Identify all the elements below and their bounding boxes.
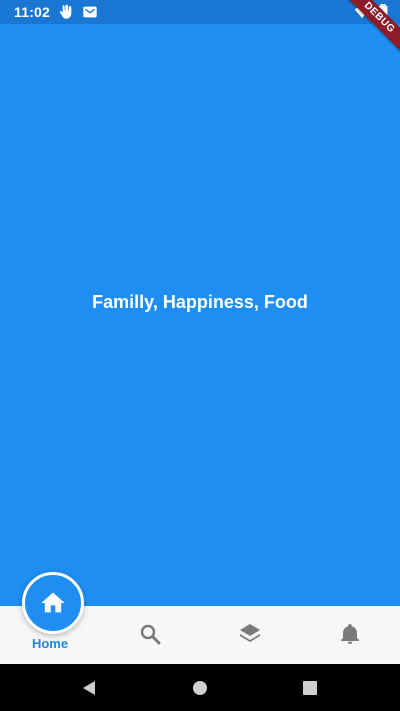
main-content: Familly, Happiness, Food bbox=[0, 24, 400, 606]
nav-item-home[interactable]: Home bbox=[0, 572, 100, 664]
bottom-navigation: Home bbox=[0, 572, 400, 664]
search-icon bbox=[138, 622, 162, 646]
recents-square-icon[interactable] bbox=[298, 676, 322, 700]
status-bar: 11:02 bbox=[0, 0, 400, 24]
home-icon bbox=[39, 589, 67, 617]
status-time: 11:02 bbox=[14, 4, 51, 20]
bell-icon bbox=[338, 622, 362, 646]
system-navigation-bar bbox=[0, 664, 400, 711]
mail-icon bbox=[82, 4, 98, 20]
app-screen: 11:02 DEBUG Familly, Happiness, Food Hom… bbox=[0, 0, 400, 711]
nav-item-layers[interactable] bbox=[200, 606, 300, 664]
status-left-icons bbox=[58, 4, 98, 20]
nav-item-home-label: Home bbox=[31, 636, 69, 651]
nav-item-notifications[interactable] bbox=[300, 606, 400, 664]
layers-icon bbox=[238, 622, 262, 646]
hand-icon bbox=[58, 4, 74, 20]
nav-item-search[interactable] bbox=[100, 606, 200, 664]
home-circle-icon[interactable] bbox=[188, 676, 212, 700]
home-bubble[interactable] bbox=[22, 572, 84, 634]
back-icon[interactable] bbox=[77, 676, 101, 700]
content-title: Familly, Happiness, Food bbox=[92, 292, 308, 312]
